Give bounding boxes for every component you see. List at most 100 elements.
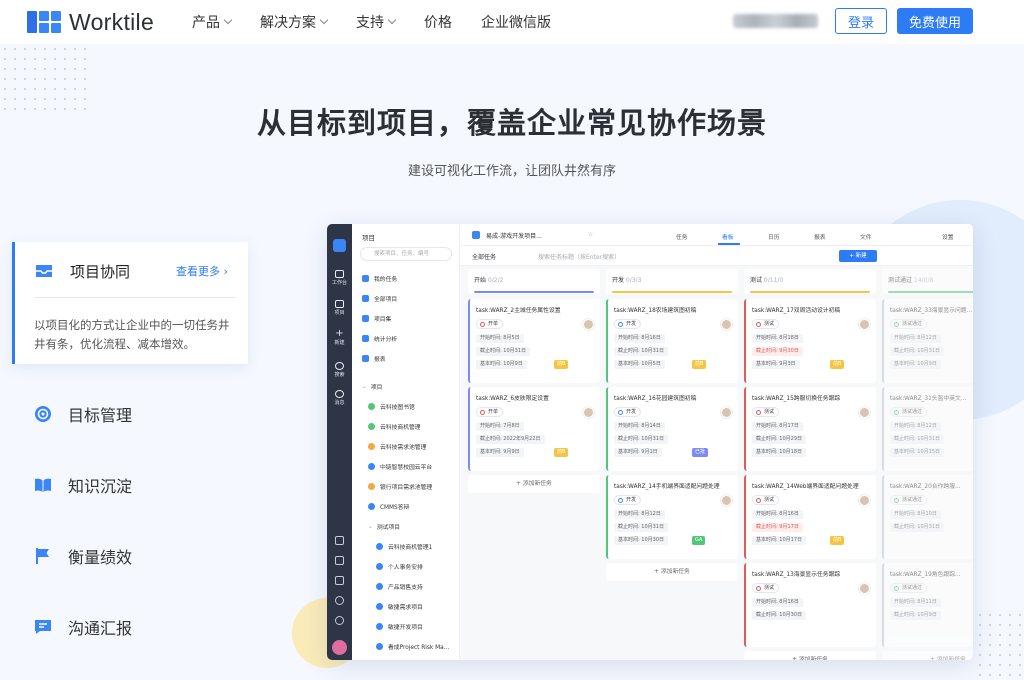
assignee-avatar[interactable] bbox=[583, 319, 594, 330]
sidebar-project[interactable]: 云科技商机管理 bbox=[368, 422, 421, 431]
assignee-avatar[interactable] bbox=[721, 319, 732, 330]
rail-message[interactable]: 消息 bbox=[330, 390, 349, 406]
sidebar-item[interactable]: 统计分析 bbox=[362, 334, 397, 343]
status-badge[interactable]: 测试 bbox=[752, 495, 780, 505]
status-badge[interactable]: 测试通过 bbox=[890, 495, 928, 505]
task-card[interactable]: task:WARZ_16花园建筑图初稿 开发 开始时间: 8月14日 截止时间: 10… bbox=[606, 387, 738, 471]
feature-knowledge[interactable]: 知识沉淀 bbox=[34, 473, 132, 497]
status-badge[interactable]: 测试 bbox=[752, 583, 780, 593]
sidebar-project[interactable]: 云科技需求池管理 bbox=[368, 442, 426, 451]
assignee-avatar[interactable] bbox=[859, 407, 870, 418]
nav-support[interactable]: 支持 bbox=[356, 12, 397, 32]
sidebar-project[interactable]: CMMS答辩 bbox=[368, 502, 409, 511]
sidebar-project[interactable]: 看成Project Risk Ma... bbox=[376, 642, 449, 651]
task-filter-select[interactable]: 全部任务 bbox=[472, 252, 496, 261]
sidebar-project[interactable]: 中链智慧校园云平台 bbox=[368, 462, 432, 471]
brand-logo[interactable]: Worktile bbox=[27, 9, 154, 36]
sidebar-section[interactable]: ⌄ 项目 bbox=[362, 382, 382, 392]
status-badge[interactable]: 开发 bbox=[614, 407, 642, 417]
rail-new[interactable]: + 新建 bbox=[330, 329, 349, 347]
avatar[interactable] bbox=[332, 640, 347, 655]
task-card[interactable]: task:WARZ_6皮肤限定设置 开单 开始时间: 7月8日 截止时间: 2022年… bbox=[468, 387, 600, 471]
task-card[interactable]: task:WARZ_17双周活动设计初稿 测试 开始时间: 8月18日 截止时间: 9… bbox=[744, 299, 876, 383]
nav-pricing[interactable]: 价格 bbox=[424, 12, 452, 32]
sidebar-item[interactable]: 项目集 bbox=[362, 314, 391, 323]
feature-label: 目标管理 bbox=[68, 406, 133, 425]
status-badge[interactable]: 测试 bbox=[752, 407, 780, 417]
assignee-avatar[interactable] bbox=[721, 495, 732, 506]
free-trial-button[interactable]: 免费使用 bbox=[897, 8, 973, 34]
settings-icon[interactable] bbox=[335, 596, 344, 605]
sidebar-search-input[interactable]: 搜索项目、任务、编号 bbox=[360, 247, 452, 261]
status-badge[interactable]: 测试通过 bbox=[890, 583, 928, 593]
assignee-avatar[interactable] bbox=[859, 495, 870, 506]
task-card[interactable]: task:WARZ_20合作跨服... 测试通过 开始时间: 8月10日 截止时间: … bbox=[882, 475, 973, 559]
assignee-avatar[interactable] bbox=[859, 583, 870, 594]
nav-wecom[interactable]: 企业微信版 bbox=[481, 12, 551, 32]
add-task-button[interactable]: + 添加新任务 bbox=[606, 563, 738, 581]
status-badge[interactable]: 开单 bbox=[476, 407, 504, 417]
tab-report[interactable]: 报表 bbox=[814, 232, 826, 241]
rail-search[interactable]: 搜索 bbox=[330, 362, 349, 378]
status-badge[interactable]: 开发 bbox=[614, 495, 642, 505]
help-icon[interactable] bbox=[335, 616, 344, 625]
sidebar-item[interactable]: 报表 bbox=[362, 354, 386, 363]
task-card[interactable]: task:WARZ_2主城任务属性设置 开单 开始时间: 8月5日 截止时间: 10月… bbox=[468, 299, 600, 383]
tab-files[interactable]: 文件 bbox=[860, 232, 872, 241]
app-rail: 工作台 项目 + 新建 搜索 消息 bbox=[327, 224, 352, 660]
sidebar-item[interactable]: 全部项目 bbox=[362, 294, 397, 303]
doc-icon[interactable] bbox=[335, 536, 344, 545]
rail-workbench[interactable]: 工作台 bbox=[330, 270, 349, 286]
status-badge[interactable]: 开单 bbox=[476, 319, 504, 329]
assignee-avatar[interactable] bbox=[583, 407, 594, 418]
nav-product[interactable]: 产品 bbox=[192, 12, 233, 32]
folder-icon[interactable] bbox=[335, 576, 344, 585]
sidebar-project[interactable]: 个人事务安排 bbox=[376, 562, 423, 571]
feature-card-active[interactable]: 项目协同 查看更多 › 以项目化的方式让企业中的一切任务井井有条，优化流程、减本… bbox=[12, 242, 248, 364]
sidebar-project[interactable]: 云科技商机管理1 bbox=[376, 542, 432, 551]
sidebar-project[interactable]: 敏捷开发项目 bbox=[376, 622, 423, 631]
task-search-input[interactable]: 搜索任务标题（按Enter搜索） bbox=[538, 252, 620, 261]
column-title: 开发 0/3/3 bbox=[612, 277, 642, 284]
nav-solutions[interactable]: 解决方案 bbox=[260, 12, 329, 32]
task-card[interactable]: task:WARZ_13海景显示任务跟踪 测试 开始时间: 8月16日 截止时间: 1… bbox=[744, 563, 876, 647]
task-card[interactable]: task:WARZ_19角色跟踪... 测试通过 开始时间: 8月11日 截止时间: … bbox=[882, 563, 973, 647]
new-task-button[interactable]: + 新建 bbox=[839, 250, 877, 262]
sidebar-project[interactable]: 敏捷需求项目 bbox=[376, 602, 423, 611]
login-button[interactable]: 登录 bbox=[835, 8, 887, 34]
calendar-icon[interactable] bbox=[335, 556, 344, 565]
status-badge[interactable]: 测试通过 bbox=[890, 407, 928, 417]
task-card[interactable]: task:WARZ_14手机端界面适配问题处理 开发 开始时间: 8月12日 截止时间… bbox=[606, 475, 738, 559]
sidebar-group[interactable]: ⌄ 测试项目 bbox=[368, 522, 400, 532]
star-icon[interactable]: ☆ bbox=[588, 231, 593, 238]
status-badge[interactable]: 测试通过 bbox=[890, 319, 928, 329]
assignee-avatar[interactable] bbox=[859, 319, 870, 330]
task-due-date: 截止时间: 10月31日 bbox=[890, 347, 944, 356]
sidebar-item[interactable]: 我的任务 bbox=[362, 274, 397, 283]
rail-project[interactable]: 项目 bbox=[330, 300, 349, 316]
assignee-avatar[interactable] bbox=[721, 407, 732, 418]
feature-communication[interactable]: 沟通汇报 bbox=[34, 615, 132, 639]
task-card[interactable]: task:WARZ_33海景显示问题... 测试通过 开始时间: 8月12日 截止时间… bbox=[882, 299, 973, 383]
tab-calendar[interactable]: 日历 bbox=[768, 232, 780, 241]
add-task-button[interactable]: + 添加新任务 bbox=[882, 651, 973, 660]
add-task-button[interactable]: + 添加新任务 bbox=[468, 475, 600, 493]
task-card[interactable]: task:WARZ_18农场建筑图初稿 开发 开始时间: 8月16日 截止时间: 10… bbox=[606, 299, 738, 383]
sidebar-project[interactable]: 产品销售支持 bbox=[376, 582, 423, 591]
sidebar-project[interactable]: 云科技图书馆 bbox=[368, 402, 415, 411]
status-badge[interactable]: 开发 bbox=[614, 319, 642, 329]
view-more-link[interactable]: 查看更多 › bbox=[176, 263, 228, 279]
task-card[interactable]: task:WARZ_14Web端界面适配问题处理 测试 开始时间: 8月16日 截止时… bbox=[744, 475, 876, 559]
feature-goal[interactable]: 目标管理 bbox=[34, 402, 132, 426]
feature-performance[interactable]: 衡量绩效 bbox=[34, 544, 132, 568]
task-card[interactable]: task:WARZ_31头盔中英文... 测试通过 开始时间: 8月12日 截止时间:… bbox=[882, 387, 973, 471]
sidebar-project[interactable]: 银行项目需求池管理 bbox=[368, 482, 432, 491]
status-badge[interactable]: 测试 bbox=[752, 319, 780, 329]
flag-icon bbox=[36, 548, 49, 564]
tab-board[interactable]: 看板 bbox=[722, 232, 734, 241]
tab-tasks[interactable]: 任务 bbox=[676, 232, 688, 241]
task-card[interactable]: task:WARZ_15跨服切换任务跟踪 测试 开始时间: 8月17日 截止时间: 1… bbox=[744, 387, 876, 471]
settings-button[interactable]: 设置 bbox=[942, 232, 954, 241]
project-name[interactable]: 易成-游戏开发项目... bbox=[486, 231, 542, 240]
add-task-button[interactable]: + 添加新任务 bbox=[744, 651, 876, 660]
